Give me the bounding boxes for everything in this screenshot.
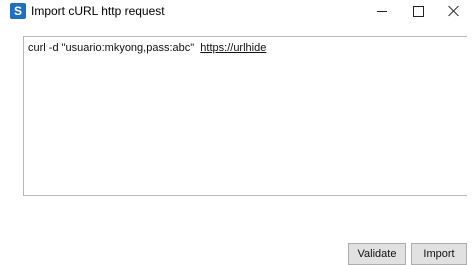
minimize-icon bbox=[377, 10, 387, 12]
validate-button[interactable]: Validate bbox=[348, 243, 406, 265]
curl-command-text: curl -d "usuario:mkyong,pass:abc" bbox=[28, 42, 195, 54]
close-button[interactable] bbox=[434, 0, 474, 22]
curl-text-area[interactable]: curl -d "usuario:mkyong,pass:abc" https:… bbox=[23, 36, 467, 196]
close-icon bbox=[448, 5, 460, 17]
curl-url-link[interactable]: https://urlhide bbox=[200, 42, 266, 54]
maximize-icon bbox=[412, 5, 424, 17]
window-title: Import cURL http request bbox=[31, 4, 165, 18]
app-logo-icon: S bbox=[10, 3, 26, 19]
maximize-button[interactable] bbox=[398, 0, 438, 22]
editor-content: curl -d "usuario:mkyong,pass:abc" https:… bbox=[28, 42, 266, 54]
import-button[interactable]: Import bbox=[411, 243, 467, 265]
minimize-button[interactable] bbox=[362, 0, 402, 22]
title-bar: S Import cURL http request bbox=[0, 0, 474, 24]
